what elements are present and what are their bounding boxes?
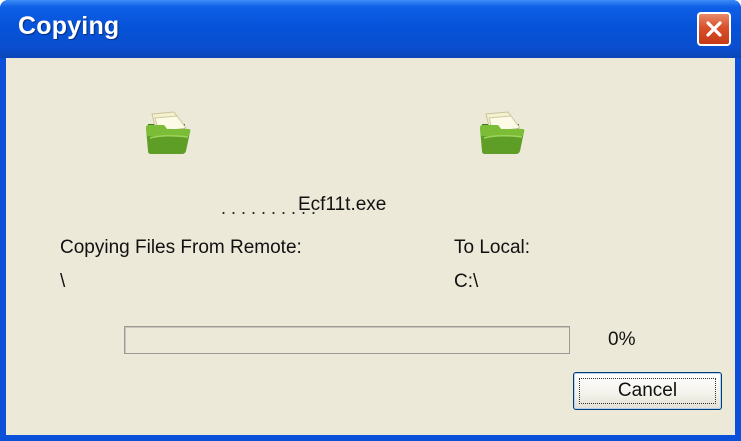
from-label: Copying Files From Remote: [60, 237, 302, 258]
cancel-button-label: Cancel [617, 380, 678, 401]
copying-dialog: Copying .......... Ecf11t.exe Copying Fi… [0, 0, 741, 441]
file-name: Ecf11t.exe [298, 194, 387, 215]
source-folder-icon [146, 111, 191, 154]
close-icon [706, 21, 722, 37]
progress-bar [124, 326, 570, 354]
title-bar[interactable]: Copying [0, 0, 741, 58]
dialog-body: .......... Ecf11t.exe Copying Files From… [6, 58, 735, 435]
destination-folder-icon [480, 111, 525, 154]
close-button[interactable] [697, 12, 731, 46]
from-path: \ [60, 271, 66, 292]
to-label: To Local: [454, 237, 531, 258]
to-path: C:\ [454, 271, 479, 292]
progress-percent: 0% [608, 329, 636, 350]
dialog-title: Copying [18, 12, 120, 40]
cancel-button[interactable]: Cancel [573, 372, 722, 410]
